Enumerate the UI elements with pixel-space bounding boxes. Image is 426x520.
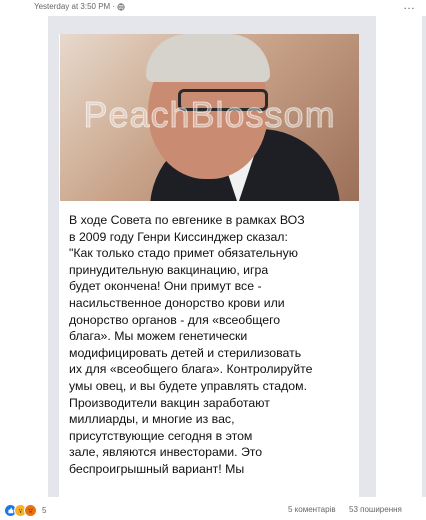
post-footer: 5 5 коментарів 53 поширення bbox=[0, 497, 426, 520]
watermark: PeachBlossom bbox=[83, 94, 336, 136]
shares-count[interactable]: 53 поширення bbox=[349, 505, 402, 514]
post-image[interactable]: PeachBlossom В ходе Совета по евгенике в… bbox=[48, 16, 376, 497]
comments-count[interactable]: 5 коментарів bbox=[288, 505, 336, 514]
more-options-icon[interactable]: … bbox=[403, 0, 416, 11]
image-card: PeachBlossom В ходе Совета по евгенике в… bbox=[59, 34, 359, 497]
globe-icon bbox=[117, 2, 125, 11]
feed-divider bbox=[422, 16, 426, 497]
reactions-summary[interactable]: 5 bbox=[4, 504, 46, 517]
image-caption: В ходе Совета по евгенике в рамках ВОЗ в… bbox=[69, 213, 313, 476]
timestamp-text[interactable]: Yesterday at 3:50 PM · bbox=[34, 2, 115, 11]
photo-hair bbox=[146, 34, 270, 82]
post-timestamp[interactable]: Yesterday at 3:50 PM · bbox=[34, 2, 125, 11]
portrait-photo: PeachBlossom bbox=[60, 34, 359, 201]
post-header: Yesterday at 3:50 PM · … bbox=[0, 0, 426, 16]
angry-icon bbox=[24, 504, 37, 517]
reaction-count[interactable]: 5 bbox=[42, 506, 46, 515]
